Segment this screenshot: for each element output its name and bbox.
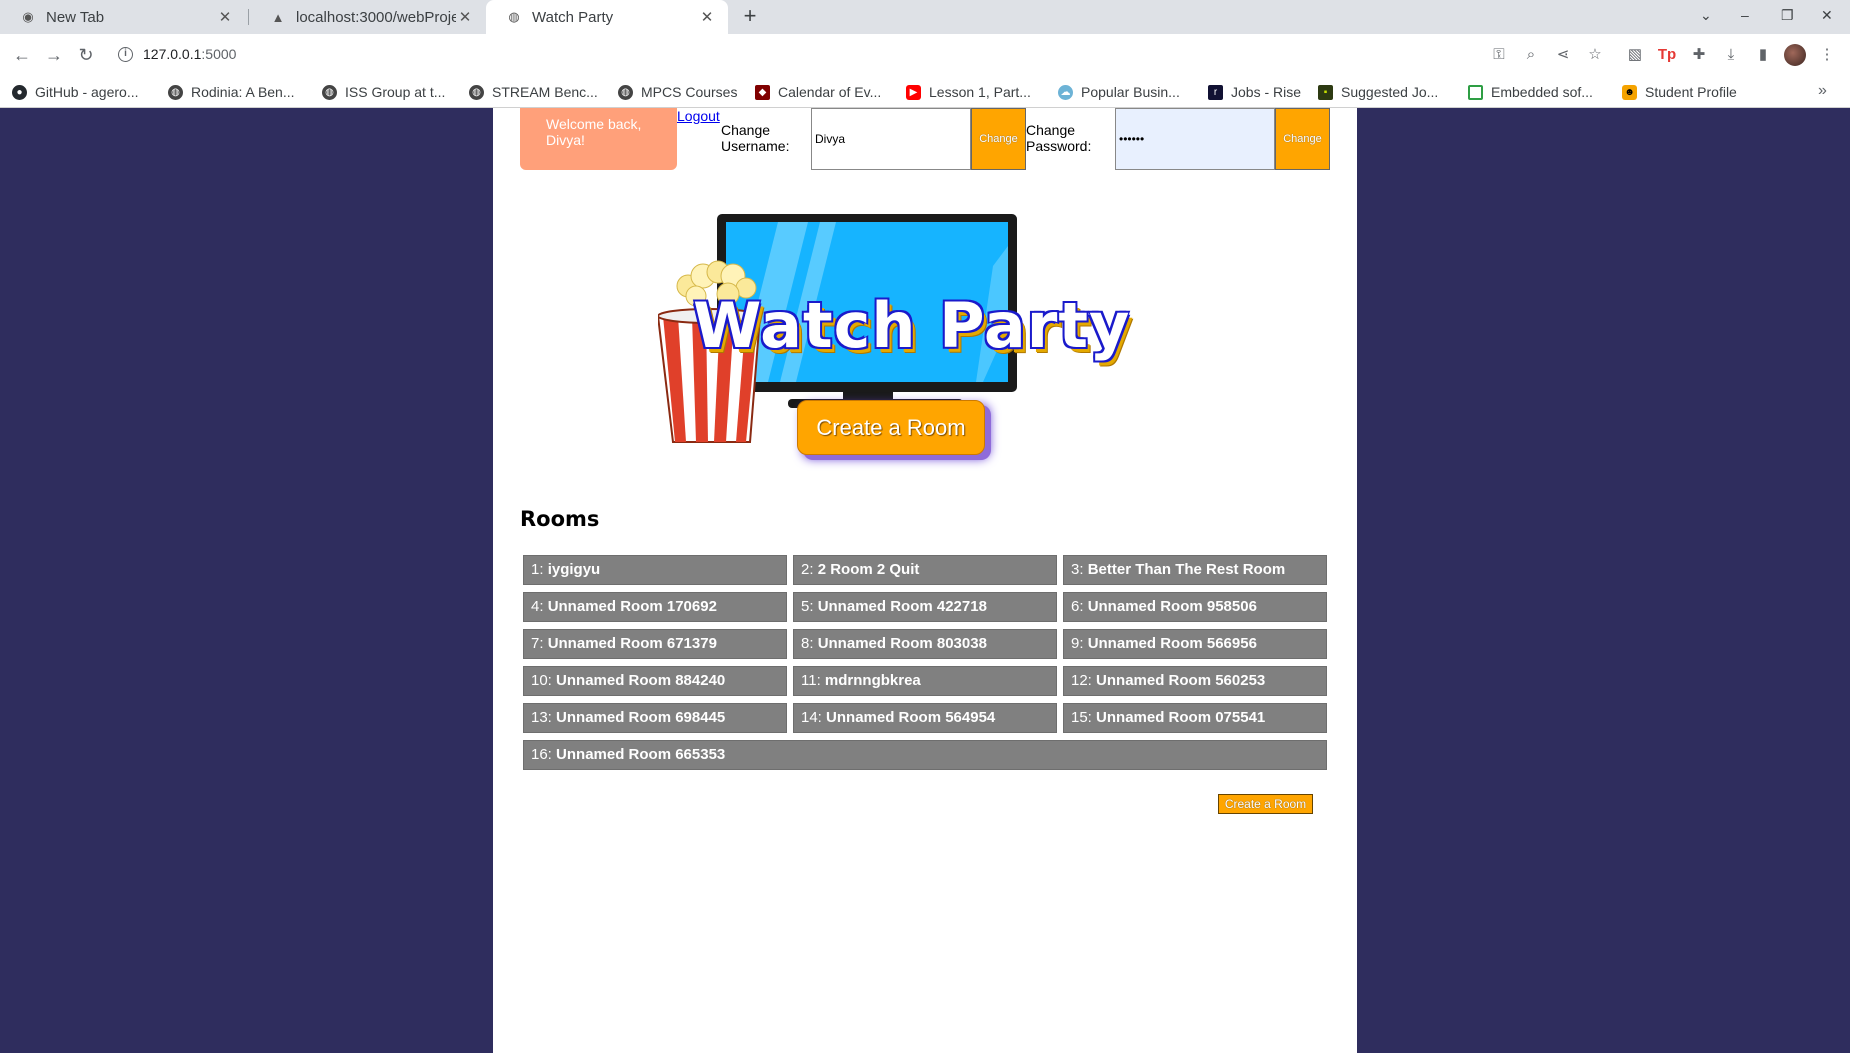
bookmark-lesson[interactable]: ▶ Lesson 1, Part... bbox=[906, 82, 1031, 102]
tab-label: New Tab bbox=[46, 8, 105, 26]
bookmark-github[interactable]: ● GitHub - agero... bbox=[12, 82, 139, 102]
minimize-icon[interactable]: – bbox=[1741, 7, 1749, 23]
room-item[interactable]: 16: Unnamed Room 665353 bbox=[523, 740, 1327, 770]
room-item[interactable]: 1: iygigyu bbox=[523, 555, 787, 585]
bookmark-jobs-rise[interactable]: r Jobs - Rise bbox=[1208, 82, 1301, 102]
download-icon[interactable]: ⤓ bbox=[1720, 44, 1742, 66]
username-field[interactable] bbox=[811, 108, 971, 170]
rise-icon: r bbox=[1208, 84, 1223, 100]
new-tab-button[interactable]: + bbox=[738, 5, 762, 29]
room-item[interactable]: 10: Unnamed Room 884240 bbox=[523, 666, 787, 696]
room-item[interactable]: 7: Unnamed Room 671379 bbox=[523, 629, 787, 659]
jobs-icon: ▪ bbox=[1318, 84, 1333, 100]
tab-divider bbox=[248, 9, 249, 25]
student-icon: ☻ bbox=[1622, 84, 1637, 100]
side-panel-icon[interactable]: ▮ bbox=[1752, 44, 1774, 66]
bookmarks-bar: ● GitHub - agero... ◍ Rodinia: A Ben... ◍ I… bbox=[0, 76, 1850, 108]
room-item[interactable]: 11: mdrnngbkrea bbox=[793, 666, 1057, 696]
puzzle-icon[interactable]: ✚ bbox=[1688, 44, 1710, 66]
password-field[interactable] bbox=[1115, 108, 1275, 170]
back-icon[interactable]: ← bbox=[10, 43, 34, 67]
url-text: 127.0.0.1:5000 bbox=[143, 46, 237, 62]
bookmark-mpcs-courses[interactable]: ◍ MPCS Courses bbox=[618, 82, 737, 102]
change-password-button[interactable]: Change bbox=[1275, 108, 1330, 170]
globe-icon: ◍ bbox=[322, 84, 337, 100]
github-icon: ● bbox=[12, 84, 27, 100]
bookmark-rodinia[interactable]: ◍ Rodinia: A Ben... bbox=[168, 82, 295, 102]
close-icon[interactable]: ✕ bbox=[456, 8, 474, 26]
triangle-icon: ▲ bbox=[271, 9, 285, 25]
browser-tab-bar: ◉ New Tab ✕ ▲ localhost:3000/webProje ✕ … bbox=[0, 0, 1850, 34]
bookmark-stream[interactable]: ◍ STREAM Benc... bbox=[469, 82, 598, 102]
extension-icon[interactable]: ▧ bbox=[1624, 44, 1646, 66]
room-item[interactable]: 14: Unnamed Room 564954 bbox=[793, 703, 1057, 733]
app-title: Watch Party bbox=[693, 289, 1131, 362]
profile-avatar[interactable] bbox=[1784, 44, 1806, 66]
change-username-button[interactable]: Change bbox=[971, 108, 1026, 170]
rooms-list: 1: iygigyu 2: 2 Room 2 Quit 3: Better Th… bbox=[523, 555, 1327, 770]
room-item[interactable]: 12: Unnamed Room 560253 bbox=[1063, 666, 1327, 696]
forward-icon[interactable]: → bbox=[42, 43, 66, 67]
room-item[interactable]: 15: Unnamed Room 075541 bbox=[1063, 703, 1327, 733]
create-room-button-small[interactable]: Create a Room bbox=[1218, 794, 1313, 814]
globe-icon: ◍ bbox=[618, 84, 633, 100]
reload-icon[interactable]: ↻ bbox=[74, 43, 98, 67]
room-item[interactable]: 8: Unnamed Room 803038 bbox=[793, 629, 1057, 659]
room-item[interactable]: 9: Unnamed Room 566956 bbox=[1063, 629, 1327, 659]
globe-icon: ◍ bbox=[469, 84, 484, 100]
close-icon[interactable]: ✕ bbox=[698, 8, 716, 26]
create-room-button[interactable]: Create a Room bbox=[797, 400, 985, 455]
room-item[interactable]: 2: 2 Room 2 Quit bbox=[793, 555, 1057, 585]
bookmark-star-icon[interactable]: ☆ bbox=[1584, 44, 1606, 66]
key-icon[interactable]: ⚿ bbox=[1488, 44, 1510, 66]
bookmark-embedded-software[interactable]: Embedded sof... bbox=[1468, 82, 1593, 102]
shield-icon: ◆ bbox=[755, 84, 770, 100]
window-close-icon[interactable]: ✕ bbox=[1821, 7, 1833, 24]
logout-link[interactable]: Logout bbox=[677, 108, 720, 124]
bookmark-iss-group[interactable]: ◍ ISS Group at t... bbox=[322, 82, 445, 102]
globe-icon: ◍ bbox=[508, 9, 520, 24]
chrome-icon: ◉ bbox=[22, 9, 34, 24]
bookmark-calendar[interactable]: ◆ Calendar of Ev... bbox=[755, 82, 881, 102]
tab-label: Watch Party bbox=[532, 8, 614, 26]
room-item[interactable]: 13: Unnamed Room 698445 bbox=[523, 703, 787, 733]
change-username-label: Change Username: bbox=[721, 122, 790, 154]
info-icon[interactable]: i bbox=[118, 47, 133, 62]
globe-icon: ◍ bbox=[168, 84, 183, 100]
share-icon[interactable]: ⋖ bbox=[1552, 44, 1574, 66]
page-container: Welcome back, Divya! Logout Change Usern… bbox=[493, 108, 1357, 1053]
room-item[interactable]: 3: Better Than The Rest Room bbox=[1063, 555, 1327, 585]
more-bookmarks-icon[interactable]: » bbox=[1818, 82, 1827, 100]
cloud-icon: ☁ bbox=[1058, 84, 1073, 100]
browser-toolbar: ← → ↻ i 127.0.0.1:5000 ⚿ ⌕ ⋖ ☆ ▧ Tp ✚ ⤓ … bbox=[0, 34, 1850, 76]
tab-new-tab[interactable]: ◉ New Tab ✕ bbox=[0, 0, 246, 34]
tp-extension-icon[interactable]: Tp bbox=[1656, 44, 1678, 66]
tab-label: localhost:3000/webProje bbox=[296, 8, 456, 26]
welcome-message: Welcome back, Divya! bbox=[520, 108, 677, 170]
menu-icon[interactable]: ⋮ bbox=[1816, 44, 1838, 66]
tab-localhost[interactable]: ▲ localhost:3000/webProje ✕ bbox=[250, 0, 486, 34]
close-icon[interactable]: ✕ bbox=[216, 8, 234, 26]
room-item[interactable]: 4: Unnamed Room 170692 bbox=[523, 592, 787, 622]
bookmark-popular-business[interactable]: ☁ Popular Busin... bbox=[1058, 82, 1180, 102]
zoom-icon[interactable]: ⌕ bbox=[1520, 44, 1542, 66]
tab-search-icon[interactable]: ⌄ bbox=[1700, 7, 1712, 24]
change-password-label: Change Password: bbox=[1026, 122, 1092, 154]
address-bar[interactable]: i 127.0.0.1:5000 bbox=[110, 39, 1450, 71]
room-item[interactable]: 5: Unnamed Room 422718 bbox=[793, 592, 1057, 622]
rooms-heading: Rooms bbox=[520, 507, 600, 531]
tab-watch-party[interactable]: ◍ Watch Party ✕ bbox=[486, 0, 728, 34]
bookmark-student-profile[interactable]: ☻ Student Profile bbox=[1622, 82, 1737, 102]
document-icon bbox=[1468, 84, 1483, 100]
bookmark-suggested-jobs[interactable]: ▪ Suggested Jo... bbox=[1318, 82, 1438, 102]
restore-icon[interactable]: ❐ bbox=[1781, 7, 1794, 24]
youtube-icon: ▶ bbox=[906, 84, 921, 100]
room-item[interactable]: 6: Unnamed Room 958506 bbox=[1063, 592, 1327, 622]
tv-neck bbox=[843, 392, 893, 400]
